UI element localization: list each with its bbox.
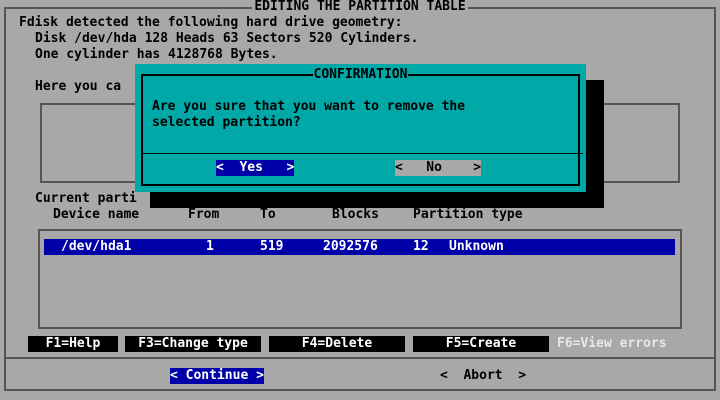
button-separator [6, 357, 714, 359]
installer-screen: EDITING THE PARTITION TABLE Fdisk detect… [0, 0, 720, 400]
view-errors-fkey-button[interactable]: F6=View errors [557, 336, 697, 352]
continue-button[interactable]: < Continue > [170, 368, 264, 384]
help-fkey-button[interactable]: F1=Help [28, 336, 118, 352]
geometry-line-3: One cylinder has 4128768 Bytes. [35, 47, 278, 62]
confirmation-dialog: CONFIRMATION Are you sure that you want … [135, 64, 586, 192]
row-to: 519 [260, 239, 284, 254]
col-header-type: Partition type [413, 207, 523, 222]
row-type-name: Unknown [449, 239, 504, 254]
col-header-device: Device name [53, 207, 140, 222]
col-header-to: To [260, 207, 276, 222]
dialog-title: CONFIRMATION [312, 67, 409, 82]
partition-row-selected[interactable]: /dev/hda1 1 519 2092576 12 Unknown [44, 239, 675, 255]
row-device: /dev/hda1 [61, 239, 132, 254]
delete-fkey-button[interactable]: F4=Delete [269, 336, 405, 352]
dialog-message-line-2: selected partition? [152, 115, 301, 130]
geometry-line-1: Fdisk detected the following hard drive … [19, 15, 403, 30]
geometry-line-2: Disk /dev/hda 128 Heads 63 Sectors 520 C… [35, 31, 419, 46]
dialog-title-bar: CONFIRMATION [138, 67, 583, 83]
hint-text: Here you ca [35, 79, 122, 94]
dialog-separator [143, 153, 583, 154]
row-type-id: 12 [413, 239, 429, 254]
partitions-label: Current parti [35, 191, 137, 206]
no-button[interactable]: < No > [395, 160, 482, 176]
create-fkey-button[interactable]: F5=Create [413, 336, 549, 352]
abort-button[interactable]: < Abort > [440, 368, 526, 384]
window-title-bar: EDITING THE PARTITION TABLE [0, 0, 720, 15]
row-blocks: 2092576 [323, 239, 378, 254]
col-header-blocks: Blocks [332, 207, 379, 222]
col-header-from: From [188, 207, 220, 222]
dialog-message-line-1: Are you sure that you want to remove the [152, 99, 466, 114]
window-title: EDITING THE PARTITION TABLE [252, 0, 468, 14]
yes-button[interactable]: < Yes > [216, 160, 295, 176]
change-type-fkey-button[interactable]: F3=Change type [125, 336, 261, 352]
row-from: 1 [206, 239, 214, 254]
